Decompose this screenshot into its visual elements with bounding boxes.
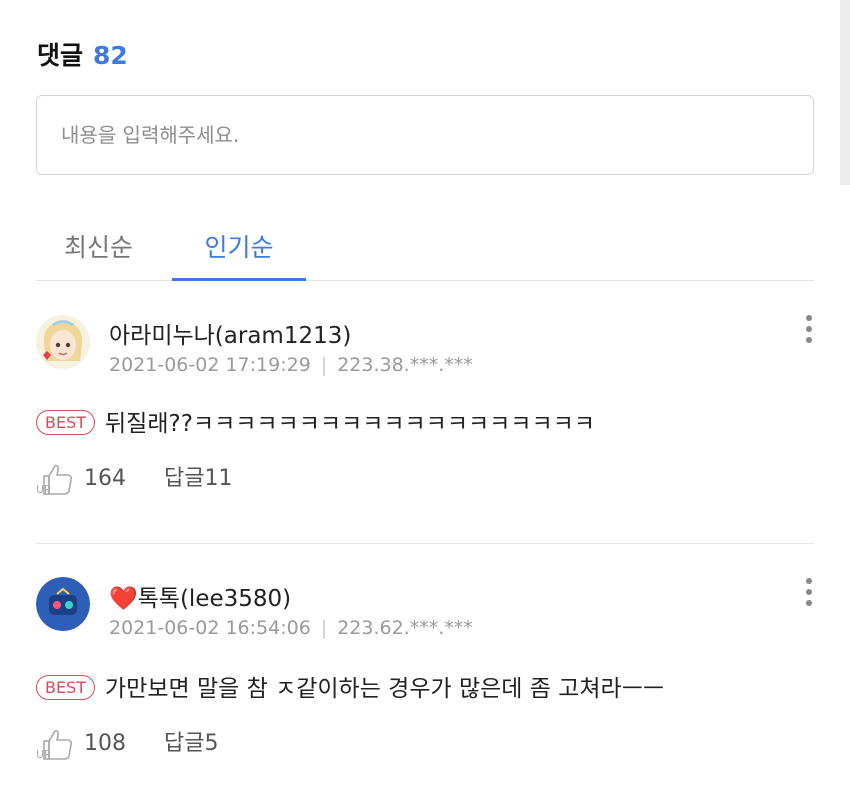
comment-datetime: 2021-06-02 17:19:29	[109, 354, 311, 376]
comment-datetime: 2021-06-02 16:54:06	[109, 617, 311, 639]
svg-text:UP: UP	[36, 483, 51, 496]
best-badge: BEST	[36, 410, 96, 435]
comment-ip: 223.62.***.***	[337, 617, 473, 639]
svg-text:UP: UP	[36, 748, 51, 761]
comment-text: 뒤질래??ㅋㅋㅋㅋㅋㅋㅋㅋㅋㅋㅋㅋㅋㅋㅋㅋㅋㅋㅋ	[105, 411, 595, 437]
scrollbar[interactable]	[840, 0, 850, 185]
reply-button[interactable]: 답글5	[164, 731, 218, 756]
comment-input-box[interactable]	[36, 95, 814, 175]
comment-actions: UP 108 답글5	[36, 725, 218, 761]
avatar-character-icon	[36, 315, 90, 369]
comment-text: 가만보면 말을 참 ㅈ같이하는 경우가 많은데 좀 고쳐라ㅡㅡ	[105, 676, 665, 702]
tab-latest[interactable]: 최신순	[64, 228, 133, 264]
comment-divider	[36, 543, 814, 544]
comments-header: 댓글 82	[37, 36, 128, 72]
comment-actions: UP 164 답글11	[36, 460, 232, 496]
like-count: 164	[84, 466, 126, 491]
more-vertical-icon[interactable]	[804, 312, 814, 346]
reply-button[interactable]: 답글11	[164, 466, 232, 491]
comments-title: 댓글	[37, 41, 84, 70]
comment-body: BEST 가만보면 말을 참 ㅈ같이하는 경우가 많은데 좀 고쳐라ㅡㅡ	[36, 669, 664, 703]
more-vertical-icon[interactable]	[804, 575, 814, 609]
meta-separator: |	[320, 354, 328, 376]
avatar[interactable]	[36, 315, 90, 369]
tab-popular[interactable]: 인기순	[172, 228, 306, 281]
sort-tabs: 최신순 인기순	[36, 218, 814, 281]
meta-separator: |	[320, 617, 328, 639]
comment-meta: 2021-06-02 16:54:06 | 223.62.***.***	[109, 617, 473, 639]
comment-ip: 223.38.***.***	[337, 354, 473, 376]
comments-count: 82	[93, 41, 128, 70]
comment-nickname[interactable]: 아라미누나(aram1213)	[109, 316, 351, 350]
thumbs-up-icon[interactable]: UP	[36, 727, 76, 761]
best-badge: BEST	[36, 675, 96, 700]
comment-meta: 2021-06-02 17:19:29 | 223.38.***.***	[109, 354, 473, 376]
avatar[interactable]	[36, 577, 90, 631]
comment-nickname[interactable]: ❤️톡톡(lee3580)	[109, 579, 291, 613]
comment-input[interactable]	[37, 96, 813, 174]
comment-body: BEST 뒤질래??ㅋㅋㅋㅋㅋㅋㅋㅋㅋㅋㅋㅋㅋㅋㅋㅋㅋㅋㅋ	[36, 404, 595, 438]
thumbs-up-icon[interactable]: UP	[36, 462, 76, 496]
like-count: 108	[84, 731, 126, 756]
avatar-tv-icon	[36, 577, 90, 631]
